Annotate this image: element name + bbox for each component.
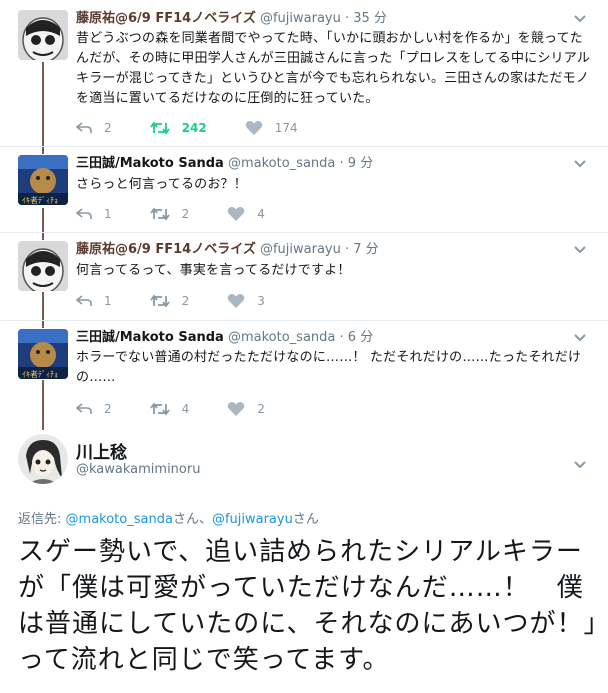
tweet-header: 三田誠/Makoto Sanda @makoto_sanda · 9 分 [76, 156, 373, 172]
tweet-actions: 2 4 2 [76, 400, 303, 418]
chevron-down-icon[interactable] [572, 456, 588, 472]
retweet-icon [149, 402, 170, 416]
display-name[interactable]: 三田誠/Makoto Sanda [76, 330, 224, 345]
chevron-down-icon[interactable] [572, 10, 588, 26]
tweet-text: さらっと何言ってるのお？！ [76, 177, 247, 192]
display-name[interactable]: 藤原祐@6/9 FF14ノベライズ [76, 11, 256, 26]
separator-dot: · [339, 330, 344, 345]
tweet-text: 昔どうぶつの森を同業者間でやってた時、「いかに頭おかしい村を作るか」を競ってたん… [76, 31, 591, 106]
retweet-button[interactable]: 2 [149, 294, 190, 308]
reply-icon [76, 122, 92, 133]
retweet-count: 4 [181, 402, 190, 416]
reply-count: 2 [104, 121, 112, 135]
like-button[interactable]: 4 [227, 206, 265, 222]
avatar[interactable] [18, 434, 68, 484]
reply-button[interactable]: 1 [76, 294, 112, 308]
separator-dot: · [345, 242, 350, 257]
reply-button[interactable]: 2 [76, 121, 112, 135]
reply-count: 2 [104, 402, 112, 416]
timestamp[interactable]: 7 分 [353, 242, 378, 257]
reply-icon [76, 295, 92, 306]
svg-text:ｲｷ者ﾃﾞｨﾁｮ: ｲｷ者ﾃﾞｨﾁｮ [22, 370, 58, 379]
tweet-header: 藤原祐@6/9 FF14ノベライズ @fujiwarayu · 7 分 [76, 242, 379, 258]
retweet-icon [149, 121, 170, 135]
thread-line [42, 292, 44, 328]
display-name[interactable]: 川上稔 [76, 438, 127, 463]
username[interactable]: @fujiwarayu [260, 242, 341, 257]
retweet-count: 242 [181, 121, 207, 135]
timestamp[interactable]: 6 分 [348, 330, 373, 345]
avatar[interactable] [18, 241, 68, 291]
username[interactable]: @makoto_sanda [228, 156, 335, 171]
reply-button[interactable]: 2 [76, 402, 112, 416]
retweet-button[interactable]: 242 [149, 121, 207, 135]
like-button[interactable]: 3 [227, 293, 265, 309]
reply-icon [76, 403, 92, 414]
retweet-count: 2 [181, 207, 190, 221]
thread-line [42, 62, 44, 154]
like-count: 174 [274, 121, 298, 135]
like-button[interactable]: 2 [227, 401, 265, 417]
retweet-count: 2 [181, 294, 190, 308]
retweet-button[interactable]: 4 [149, 402, 190, 416]
tweet-actions: 1 2 4 [76, 205, 303, 223]
tweet-text: 何言ってるって、事実を言ってるだけですよ！ [76, 263, 351, 278]
honorific: さん、 [172, 512, 212, 527]
like-count: 4 [257, 207, 265, 221]
heart-icon [227, 207, 245, 221]
thread-line [42, 208, 44, 240]
timestamp[interactable]: 9 分 [348, 156, 373, 171]
separator-dot: · [339, 156, 344, 171]
svg-text:ｲｷ者ﾃﾞｨﾁｮ: ｲｷ者ﾃﾞｨﾁｮ [22, 196, 58, 205]
tweet-text: ホラーでない普通の村だったただけなのに……！ ただそれだけの……たったそれだけの… [76, 350, 582, 385]
heart-icon [227, 402, 245, 416]
avatar[interactable] [18, 10, 68, 60]
reply-context: 返信先: @makoto_sandaさん、@fujiwarayuさん [18, 508, 319, 527]
tweet-actions: 2 242 174 [76, 119, 336, 137]
like-button[interactable]: 174 [245, 120, 298, 136]
retweet-button[interactable]: 2 [149, 207, 190, 221]
tweet-header: 三田誠/Makoto Sanda @makoto_sanda · 6 分 [76, 330, 373, 346]
mention-link[interactable]: @fujiwarayu [212, 512, 293, 527]
heart-icon [227, 294, 245, 308]
divider [0, 232, 608, 233]
username[interactable]: @fujiwarayu [260, 11, 341, 26]
heart-icon [245, 121, 262, 135]
like-count: 2 [257, 402, 265, 416]
timestamp[interactable]: 35 分 [353, 11, 387, 26]
thread-line [42, 380, 44, 430]
mention-link[interactable]: @makoto_sanda [66, 512, 173, 527]
reply-label: 返信先: [18, 512, 62, 527]
chevron-down-icon[interactable] [572, 241, 588, 257]
tweet-text: スゲー勢いで、追い詰められたシリアルキラーが「僕は可愛がっていただけなんだ……！… [18, 537, 598, 675]
divider [0, 146, 608, 147]
avatar[interactable]: ｲｷ者ﾃﾞｨﾁｮ [18, 155, 68, 205]
chevron-down-icon[interactable] [572, 155, 588, 171]
tweet-header: 藤原祐@6/9 FF14ノベライズ @fujiwarayu · 35 分 [76, 11, 387, 27]
reply-count: 1 [104, 294, 112, 308]
display-name[interactable]: 三田誠/Makoto Sanda [76, 156, 224, 171]
username[interactable]: @kawakamiminoru [76, 462, 200, 477]
reply-count: 1 [104, 207, 112, 221]
retweet-icon [149, 294, 170, 308]
tweet-actions: 1 2 3 [76, 292, 303, 310]
separator-dot: · [345, 11, 350, 26]
chevron-down-icon[interactable] [572, 329, 588, 345]
avatar[interactable]: ｲｷ者ﾃﾞｨﾁｮ [18, 329, 68, 379]
like-count: 3 [257, 294, 265, 308]
username[interactable]: @makoto_sanda [228, 330, 335, 345]
display-name[interactable]: 藤原祐@6/9 FF14ノベライズ [76, 242, 256, 257]
reply-button[interactable]: 1 [76, 207, 112, 221]
honorific: さん [292, 512, 319, 527]
reply-icon [76, 208, 92, 219]
retweet-icon [149, 207, 170, 221]
divider [0, 320, 608, 321]
